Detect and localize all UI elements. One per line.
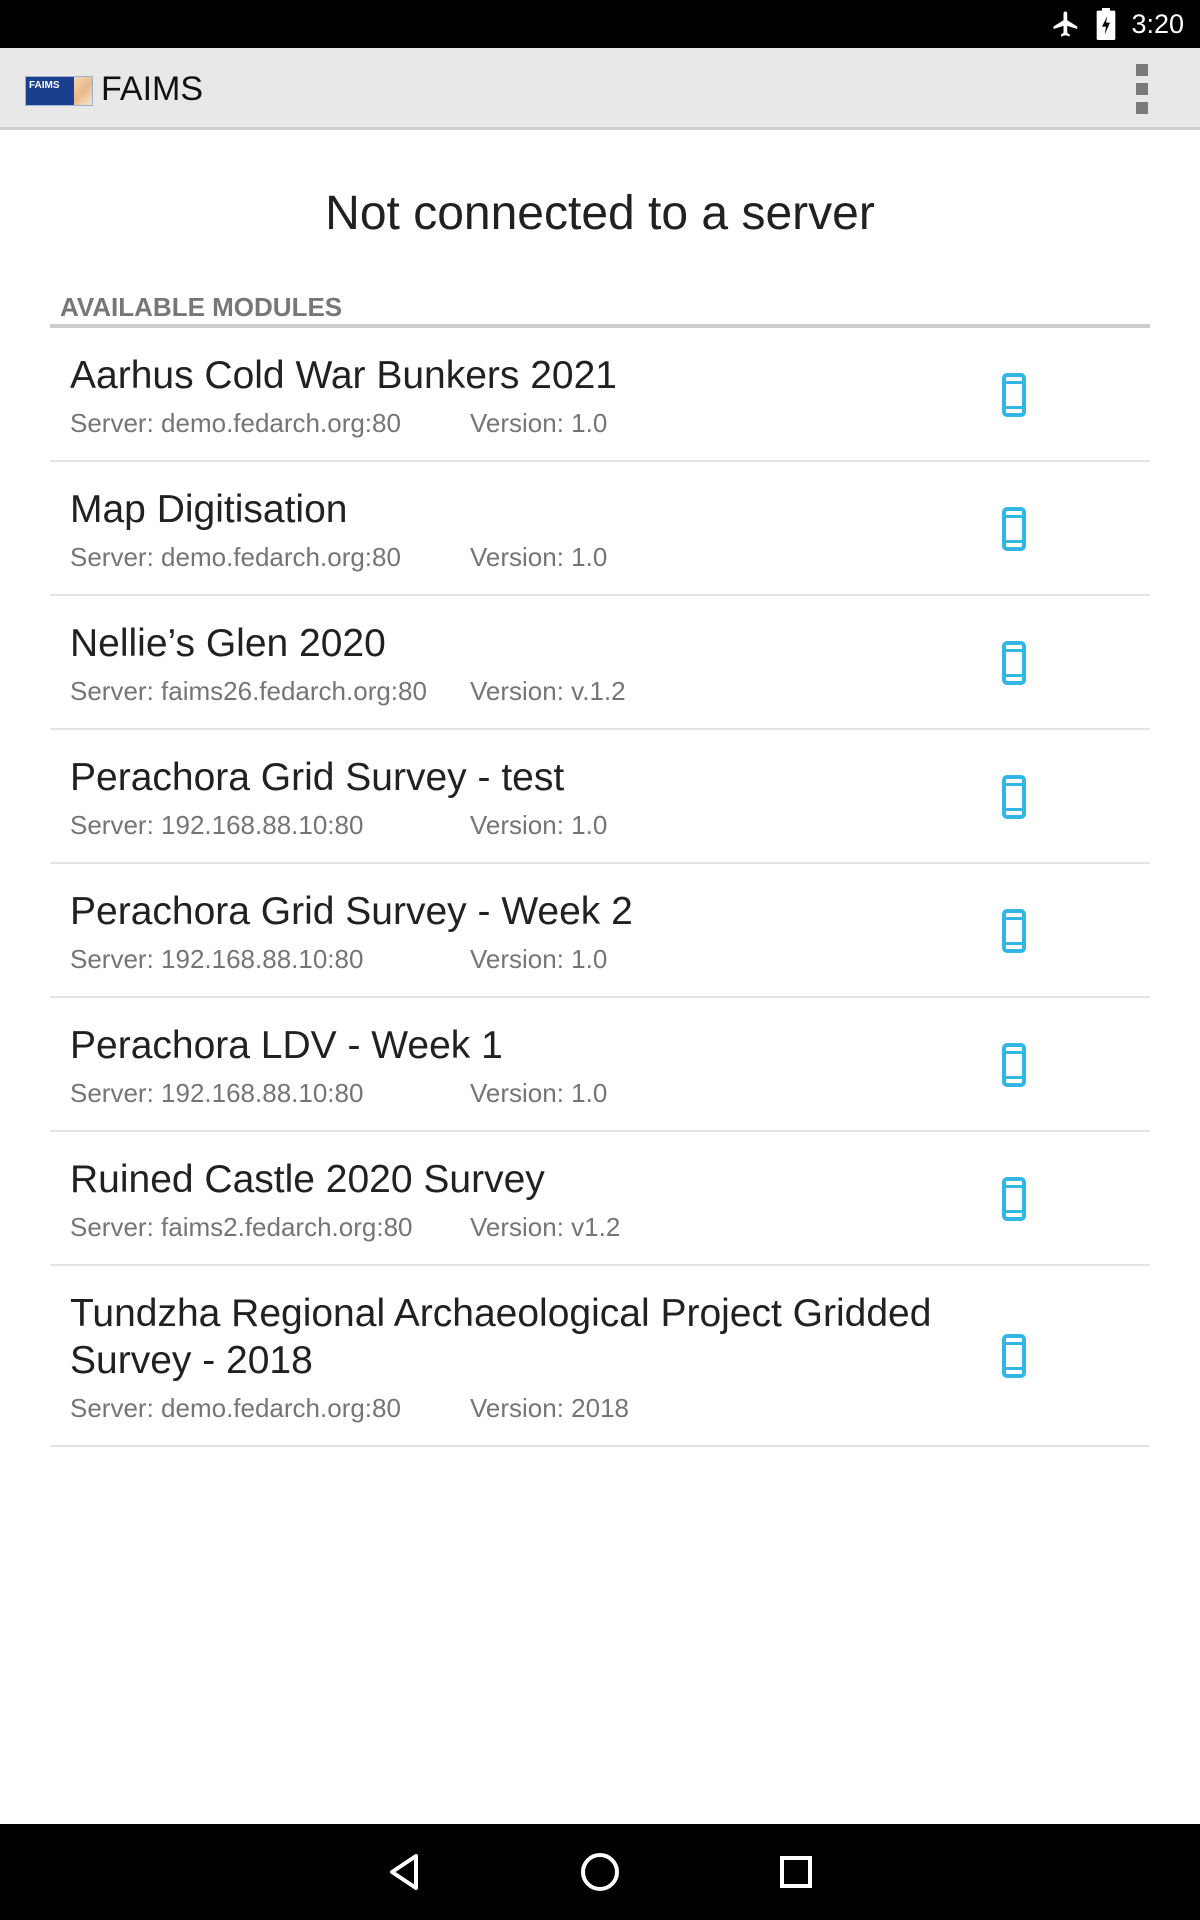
module-name: Perachora Grid Survey - test: [70, 756, 565, 799]
module-server: Server: 192.168.88.10:80: [70, 1078, 364, 1108]
module-version: Version: 1.0: [470, 542, 608, 572]
recents-icon: [780, 1856, 812, 1888]
phone-icon: [1002, 1043, 1026, 1087]
module-server: Server: demo.fedarch.org:80: [70, 408, 401, 438]
phone-icon: [1002, 373, 1026, 417]
module-version: Version: 1.0: [470, 944, 608, 974]
module-name: Perachora Grid Survey - Week 2: [70, 890, 633, 933]
phone-icon: [1002, 909, 1026, 953]
section-header-label: AVAILABLE MODULES: [60, 292, 343, 322]
phone-icon: [1002, 1177, 1026, 1221]
module-name: Tundzha Regional Archaeological Project …: [70, 1292, 932, 1382]
home-icon: [581, 1853, 619, 1891]
phone-icon: [1002, 1334, 1026, 1378]
section-header: AVAILABLE MODULES: [50, 290, 1150, 328]
module-row[interactable]: Perachora Grid Survey - test Server: 192…: [50, 730, 1150, 864]
phone-icon: [1002, 775, 1026, 819]
more-vert-icon[interactable]: [1130, 62, 1154, 116]
connection-status: Not connected to a server: [325, 187, 875, 240]
module-version: Version: v.1.2: [470, 676, 626, 706]
faims-logo: FAIMS: [25, 76, 93, 106]
module-server: Server: 192.168.88.10:80: [70, 944, 364, 974]
module-row[interactable]: Map Digitisation Server: demo.fedarch.or…: [50, 462, 1150, 596]
module-server: Server: faims26.fedarch.org:80: [70, 676, 427, 706]
module-row[interactable]: Tundzha Regional Archaeological Project …: [50, 1266, 1150, 1447]
phone-icon: [1002, 641, 1026, 685]
module-version: Version: 1.0: [470, 1078, 608, 1108]
airplane-mode-icon: [1053, 11, 1078, 37]
back-button[interactable]: [380, 1848, 428, 1896]
module-name: Perachora LDV - Week 1: [70, 1024, 503, 1067]
recents-button[interactable]: [772, 1848, 820, 1896]
module-row[interactable]: Perachora LDV - Week 1 Server: 192.168.8…: [50, 998, 1150, 1132]
module-server: Server: demo.fedarch.org:80: [70, 542, 401, 572]
app-title: FAIMS: [101, 70, 204, 108]
logo-text: FAIMS: [29, 80, 60, 91]
module-version: Version: 2018: [470, 1393, 630, 1423]
module-version: Version: 1.0: [470, 810, 608, 840]
module-row[interactable]: Aarhus Cold War Bunkers 2021 Server: dem…: [50, 328, 1150, 462]
home-button[interactable]: [576, 1848, 624, 1896]
battery-icon: [1097, 8, 1116, 40]
navigation-bar: [0, 1824, 1200, 1920]
module-name: Aarhus Cold War Bunkers 2021: [70, 354, 617, 397]
back-icon: [390, 1854, 418, 1890]
module-row[interactable]: Perachora Grid Survey - Week 2 Server: 1…: [50, 864, 1150, 998]
phone-icon: [1002, 507, 1026, 551]
module-server: Server: faims2.fedarch.org:80: [70, 1212, 413, 1242]
module-name: Map Digitisation: [70, 488, 348, 531]
module-version: Version: 1.0: [470, 408, 608, 438]
status-time: 3:20: [1131, 8, 1184, 39]
module-row[interactable]: Nellie’s Glen 2020 Server: faims26.fedar…: [50, 596, 1150, 730]
module-name: Nellie’s Glen 2020: [70, 622, 386, 665]
status-icons: 3:20: [1051, 0, 1184, 48]
status-bar: 3:20: [0, 0, 1200, 48]
module-version: Version: v1.2: [470, 1212, 621, 1242]
module-server: Server: demo.fedarch.org:80: [70, 1393, 401, 1423]
app-bar: FAIMS FAIMS: [0, 48, 1200, 130]
module-row[interactable]: Ruined Castle 2020 Survey Server: faims2…: [50, 1132, 1150, 1266]
module-name: Ruined Castle 2020 Survey: [70, 1158, 545, 1201]
module-server: Server: 192.168.88.10:80: [70, 810, 364, 840]
module-list: Aarhus Cold War Bunkers 2021 Server: dem…: [50, 328, 1150, 1447]
